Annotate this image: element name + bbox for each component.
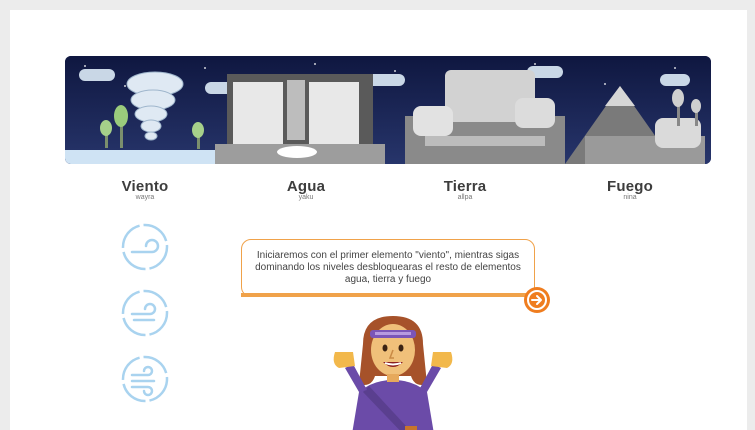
wind-level-3-icon[interactable] bbox=[120, 354, 170, 404]
element-earth-name: Tierra bbox=[443, 178, 487, 195]
game-screen: Viento wayra Agua yaku Tierra allpa Fueg… bbox=[10, 10, 747, 430]
element-wind[interactable]: Viento wayra bbox=[85, 178, 205, 201]
element-earth[interactable]: Tierra allpa bbox=[405, 178, 525, 201]
dialog-text: Iniciaremos con el primer elemento "vien… bbox=[255, 250, 521, 285]
element-fire-name: Fuego bbox=[607, 178, 653, 195]
arrow-right-icon bbox=[527, 290, 547, 310]
element-wind-sub: wayra bbox=[135, 194, 155, 201]
dialog-bubble: Iniciaremos con el primer elemento "vien… bbox=[241, 239, 535, 297]
element-fire[interactable]: Fuego nina bbox=[570, 178, 690, 201]
element-fire-sub: nina bbox=[623, 194, 637, 201]
element-earth-sub: allpa bbox=[457, 194, 473, 201]
next-arrow-button[interactable] bbox=[524, 287, 550, 313]
wind-level-1-icon[interactable] bbox=[120, 222, 170, 272]
element-water[interactable]: Agua yaku bbox=[246, 178, 366, 201]
guide-character bbox=[323, 314, 463, 430]
elements-banner bbox=[65, 56, 711, 164]
element-water-name: Agua bbox=[286, 178, 326, 195]
element-wind-name: Viento bbox=[121, 178, 169, 195]
wind-level-2-icon[interactable] bbox=[120, 288, 170, 338]
element-water-sub: yaku bbox=[298, 194, 314, 201]
dialog-bar bbox=[241, 293, 541, 297]
